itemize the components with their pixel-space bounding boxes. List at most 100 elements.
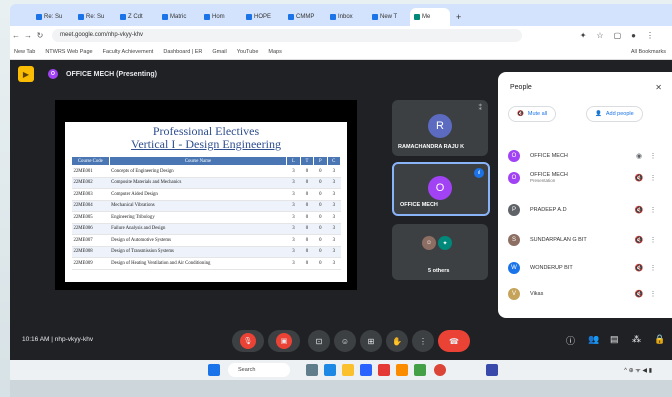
mic-off-icon[interactable]: 🔇 bbox=[630, 206, 648, 214]
app-icon[interactable] bbox=[378, 364, 390, 376]
app-icon[interactable] bbox=[324, 364, 336, 376]
address-bar-row: ← → ↻ meet.google.com/nhp-vkyy-khv ✦ ☆ ▢… bbox=[10, 26, 672, 44]
browser-tab[interactable]: New T bbox=[368, 8, 408, 26]
speaking-icon[interactable]: ◉ bbox=[630, 152, 648, 160]
meet-top-bar: ▶ O OFFICE MECH (Presenting) bbox=[18, 66, 157, 82]
more-options-icon[interactable]: ⁑ bbox=[479, 104, 483, 112]
app-icon[interactable] bbox=[360, 364, 372, 376]
camera-button[interactable]: ▣ bbox=[268, 330, 300, 352]
bookmark-star-icon[interactable]: ☆ bbox=[596, 31, 603, 40]
slide: Professional Electives Vertical I - Desi… bbox=[65, 122, 347, 282]
column-header: P bbox=[313, 156, 328, 166]
more-options-icon[interactable]: ⋮ bbox=[648, 174, 658, 182]
reload-icon[interactable]: ↻ bbox=[34, 31, 46, 40]
chrome-icon[interactable] bbox=[434, 364, 446, 376]
app-icon[interactable] bbox=[396, 364, 408, 376]
mic-off-icon[interactable]: 🔇 bbox=[630, 174, 648, 182]
browser-tab[interactable]: Re: Su bbox=[32, 8, 72, 26]
bookmark-item[interactable]: Faculty Achievement bbox=[103, 49, 154, 55]
participant-row[interactable]: P PRADEEP A.D 🔇 ⋮ bbox=[508, 202, 658, 218]
chat-icon[interactable]: ▤ bbox=[610, 334, 619, 345]
emoji-button[interactable]: ☺ bbox=[334, 330, 356, 352]
participant-name: SUNDARPALAN G BIT bbox=[530, 237, 630, 243]
activities-icon[interactable]: ⁂ bbox=[632, 334, 641, 345]
browser-tab[interactable]: Inbox bbox=[326, 8, 366, 26]
person-avatar-icon: ✦ bbox=[438, 236, 452, 250]
speaking-icon: ıl bbox=[474, 168, 484, 178]
raise-hand-button[interactable]: ✋ bbox=[386, 330, 408, 352]
window-icon[interactable]: ▢ bbox=[614, 31, 622, 40]
participant-name: PRADEEP A.D bbox=[530, 207, 630, 213]
new-tab-button[interactable]: + bbox=[452, 8, 466, 26]
table-cell: 3 bbox=[286, 223, 301, 235]
people-panel: People ✕ 🔇 Mute all 👤 Add people O OFFICE M… bbox=[498, 72, 672, 318]
browser-tab[interactable]: Z Cdt bbox=[116, 8, 156, 26]
back-icon[interactable]: ← bbox=[10, 31, 22, 40]
bookmark-item[interactable]: Dashboard | ER bbox=[163, 49, 202, 55]
browser-tab-active[interactable]: Me bbox=[410, 8, 450, 26]
mic-off-icon[interactable]: 🔇 bbox=[630, 290, 648, 298]
present-button[interactable]: ⊞ bbox=[360, 330, 382, 352]
browser-tab[interactable]: Re: Su bbox=[74, 8, 114, 26]
app-icon[interactable] bbox=[414, 364, 426, 376]
app-icon[interactable] bbox=[342, 364, 354, 376]
table-cell: 22ME007 bbox=[71, 234, 110, 247]
others-tile[interactable]: ☺ ✦ 5 others bbox=[392, 224, 488, 280]
participant-name-text: Vikas bbox=[530, 291, 544, 297]
participant-row[interactable]: O OFFICE MECH Presentation 🔇 ⋮ bbox=[508, 170, 658, 186]
more-options-icon[interactable]: ⋮ bbox=[648, 290, 658, 298]
more-options-button[interactable]: ⋮ bbox=[412, 330, 434, 352]
participant-row[interactable]: O OFFICE MECH ◉ ⋮ bbox=[508, 148, 658, 164]
profile-icon[interactable]: ● bbox=[631, 31, 636, 40]
presenter-avatar: O bbox=[48, 69, 58, 79]
captions-button[interactable]: ⊡ bbox=[308, 330, 330, 352]
app-icon[interactable] bbox=[486, 364, 498, 376]
participant-row[interactable]: V Vikas 🔇 ⋮ bbox=[508, 286, 658, 302]
taskview-icon[interactable] bbox=[306, 364, 318, 376]
browser-tab[interactable]: HOPE bbox=[242, 8, 282, 26]
browser-tab-strip: Re: Su Re: Su Z Cdt Matric Hom HOPE CMMP… bbox=[10, 4, 672, 26]
people-icon[interactable]: 👥 bbox=[588, 334, 599, 345]
bookmark-item[interactable]: Maps bbox=[268, 49, 281, 55]
info-icon[interactable]: ⓘ bbox=[566, 334, 575, 347]
participant-tile-active[interactable]: O ıl OFFICE MECH bbox=[392, 162, 490, 216]
browser-tab[interactable]: CMMP bbox=[284, 8, 324, 26]
browser-tab[interactable]: Matric bbox=[158, 8, 198, 26]
menu-icon[interactable]: ⋮ bbox=[646, 31, 654, 40]
more-options-icon[interactable]: ⋮ bbox=[648, 206, 658, 214]
bookmark-item[interactable]: NTWRS Web Page bbox=[45, 49, 92, 55]
avatar: W bbox=[508, 262, 520, 274]
participant-tile[interactable]: R ⁑ RAMACHANDRA RAJU K bbox=[392, 100, 488, 156]
browser-tab[interactable]: Hom bbox=[200, 8, 240, 26]
tab-favicon-icon bbox=[288, 14, 294, 20]
address-input[interactable]: meet.google.com/nhp-vkyy-khv bbox=[52, 28, 522, 42]
bookmark-item[interactable]: YouTube bbox=[237, 49, 259, 55]
mic-off-icon[interactable]: 🔇 bbox=[630, 264, 648, 272]
bookmark-item[interactable]: New Tab bbox=[14, 49, 35, 55]
more-options-icon[interactable]: ⋮ bbox=[648, 264, 658, 272]
participant-row[interactable]: S SUNDARPALAN G BIT 🔇 ⋮ bbox=[508, 232, 658, 248]
bookmark-item[interactable]: Gmail bbox=[212, 49, 226, 55]
all-bookmarks[interactable]: All Bookmarks bbox=[631, 49, 672, 55]
host-controls-icon[interactable]: 🔒 bbox=[654, 334, 665, 345]
presentation-stage: Professional Electives Vertical I - Desi… bbox=[55, 100, 357, 290]
table-row: 22ME003 Computer Aided Design 3 0 0 3 bbox=[71, 188, 341, 201]
more-options-icon[interactable]: ⋮ bbox=[648, 152, 658, 160]
tab-favicon-icon bbox=[372, 14, 378, 20]
participant-row[interactable]: W WONDERUP BIT 🔇 ⋮ bbox=[508, 260, 658, 276]
add-people-button[interactable]: 👤 Add people bbox=[586, 106, 643, 122]
more-options-icon[interactable]: ⋮ bbox=[648, 236, 658, 244]
start-icon[interactable] bbox=[208, 364, 220, 376]
participant-name-text: OFFICE MECH bbox=[530, 153, 568, 159]
mic-button[interactable]: 🎙 bbox=[232, 330, 264, 352]
taskbar-search[interactable]: Search bbox=[228, 363, 290, 377]
mute-all-button[interactable]: 🔇 Mute all bbox=[508, 106, 557, 122]
extension-icon[interactable]: ✦ bbox=[580, 31, 587, 40]
mic-off-icon[interactable]: 🔇 bbox=[630, 236, 648, 244]
meet-logo-icon: ▶ bbox=[18, 66, 34, 82]
column-header: T bbox=[299, 156, 315, 166]
forward-icon[interactable]: → bbox=[22, 31, 34, 40]
leave-call-button[interactable]: ☎ bbox=[438, 330, 470, 352]
close-icon[interactable]: ✕ bbox=[655, 83, 662, 92]
system-tray[interactable]: ^ ⊕ ᯤ ◀ ▮ bbox=[624, 366, 652, 374]
